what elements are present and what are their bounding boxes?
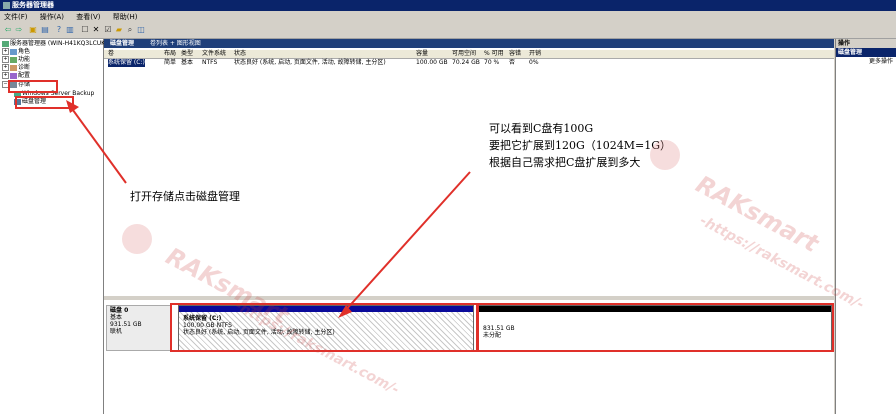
volume-capacity: 100.00 GB [416,59,448,66]
configuration-icon [10,72,17,79]
disk-size: 931.51 GB [110,321,142,328]
col-type[interactable]: 类型 [181,50,193,58]
properties-icon[interactable]: ☐ [80,25,90,35]
diagnostics-icon [10,64,17,71]
pane-title: 磁盘管理 [110,40,135,47]
table-row[interactable]: 系统保留 (C:) 简单 基本 NTFS 状态良好 (系统, 启动, 页面文件,… [104,59,834,67]
actions-disk-management[interactable]: 磁盘管理 [836,48,896,57]
disk-type: 基本 [110,314,123,321]
properties-icon-2[interactable]: ☑ [103,25,113,35]
pane-header: 磁盘管理 卷列表 + 图形视图 [104,39,834,48]
disk-management-pane: 磁盘管理 卷列表 + 图形视图 卷 布局 类型 文件系统 状态 容量 可用空间 … [104,39,834,414]
volume-free-space: 70.24 GB [452,59,480,66]
volume-status: 状态良好 (系统, 启动, 页面文件, 活动, 故障转储, 主分区) [234,59,386,66]
highlight-disk-management [15,96,74,109]
roles-icon [10,48,17,55]
tree-item-features[interactable]: + 功能 [2,56,30,64]
volume-fault-tolerance: 否 [509,59,516,66]
menu-help[interactable]: 帮助(H) [113,13,138,21]
toolbar: ⇦ ⇨ ▣ ▤ ? ▥ ☐ ✕ ☑ ▰ ⌕ ◫ [0,23,896,39]
tree-item-roles[interactable]: + 角色 [2,48,30,56]
expand-icon[interactable]: + [2,64,9,71]
col-fault-tolerance[interactable]: 容错 [509,50,521,58]
volume-filesystem: NTFS [202,59,218,66]
highlight-storage [8,80,58,93]
pane-splitter[interactable] [104,296,834,300]
pane-subtitle: 卷列表 + 图形视图 [149,40,201,47]
disk-0-label[interactable]: 磁盘 0 基本 931.51 GB 联机 [106,305,172,351]
expand-icon[interactable]: + [2,48,9,55]
search-icon[interactable]: ⌕ [125,25,135,35]
menu-bar: 文件(F) 操作(A) 查看(V) 帮助(H) [0,11,896,23]
col-filesystem[interactable]: 文件系统 [202,50,226,58]
disk-status: 联机 [110,328,123,335]
actions-pane: 操作 磁盘管理 更多操作 [835,39,896,414]
folder-icon[interactable]: ▰ [114,25,124,35]
annotation-right-line-2: 要把它扩展到120G（1024M=1G） [489,139,672,152]
annotation-right-line-3: 根据自己需求把C盘扩展到多大 [489,156,641,169]
more-actions-link[interactable]: 更多操作 [836,57,896,66]
tree-item-diagnostics[interactable]: + 诊断 [2,64,30,72]
highlight-partition-c [170,303,478,352]
menu-file[interactable]: 文件(F) [4,13,28,21]
folder-up-icon[interactable]: ▣ [28,25,38,35]
col-free-space[interactable]: 可用空间 [452,50,476,58]
col-capacity[interactable]: 容量 [416,50,428,58]
volume-list-header: 卷 布局 类型 文件系统 状态 容量 可用空间 % 可用 容错 开销 [104,50,834,59]
window-title: 服务器管理器 [12,1,54,9]
disk-icon[interactable]: ◫ [136,25,146,35]
col-percent-free[interactable]: % 可用 [484,50,504,58]
col-layout[interactable]: 布局 [164,50,176,58]
tree-root[interactable]: 服务器管理器 (WIN-H41KQ3LCUK [2,40,105,48]
watermark-logo-icon [650,140,680,170]
annotation-right-line-1: 可以看到C盘有100G [489,122,594,135]
volume-layout: 简单 [164,59,177,66]
disk-name: 磁盘 0 [110,307,129,314]
delete-icon[interactable]: ✕ [91,25,101,35]
features-icon [10,56,17,63]
tree-item-configuration[interactable]: + 配置 [2,72,30,80]
highlight-unallocated [477,303,834,352]
menu-action[interactable]: 操作(A) [40,13,64,21]
expand-icon[interactable]: + [2,56,9,63]
volume-type: 基本 [181,59,194,66]
console-icon-2[interactable]: ▥ [65,25,75,35]
app-icon [3,2,10,9]
console-icon[interactable]: ▤ [40,25,50,35]
volume-overhead: 0% [529,59,539,66]
watermark-logo-icon [122,224,152,254]
annotation-left: 打开存储点击磁盘管理 [130,190,240,203]
col-volume[interactable]: 卷 [108,50,114,58]
col-status[interactable]: 状态 [234,50,246,58]
menu-view[interactable]: 查看(V) [76,13,100,21]
forward-arrow-icon[interactable]: ⇨ [14,25,24,35]
title-bar: 服务器管理器 [0,0,896,11]
expand-icon[interactable]: + [2,72,9,79]
volume-percent-free: 70 % [484,59,500,66]
help-icon[interactable]: ? [54,25,64,35]
back-arrow-icon[interactable]: ⇦ [3,25,13,35]
volume-name[interactable]: 系统保留 (C:) [108,59,145,67]
col-overhead[interactable]: 开销 [529,50,541,58]
actions-header: 操作 [836,39,896,48]
server-icon [2,40,9,47]
